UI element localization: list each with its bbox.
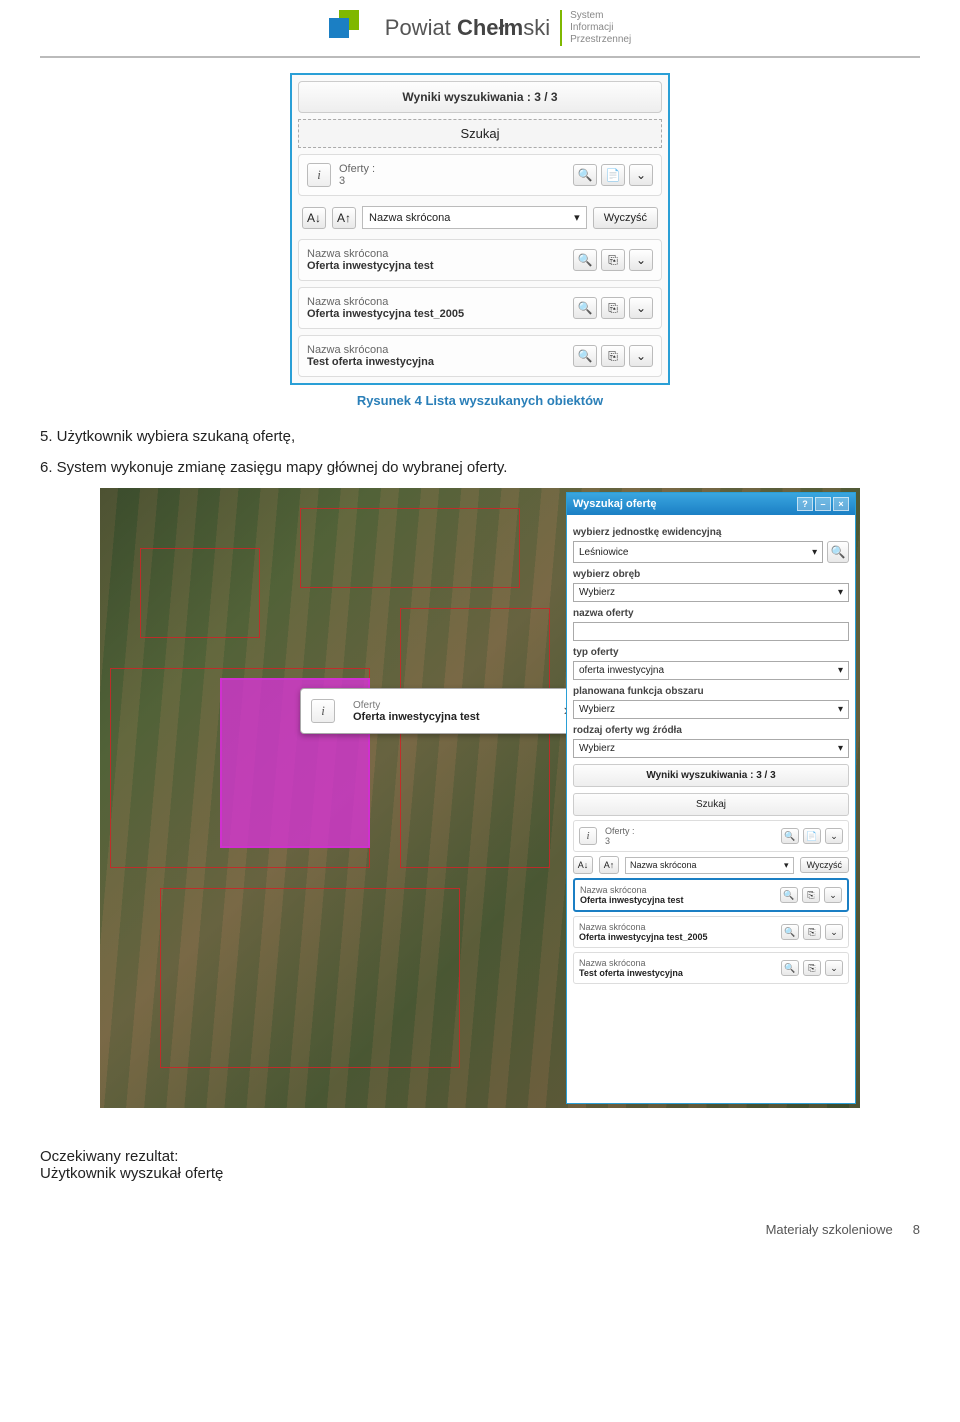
info-icon: i: [311, 699, 335, 723]
search-button[interactable]: Szukaj: [298, 119, 662, 148]
sort-desc-icon[interactable]: A↑: [332, 207, 356, 229]
page-footer: Materiały szkoleniowe 8: [40, 1222, 920, 1237]
tagline: System Informacji Przestrzennej: [560, 10, 631, 46]
offers-summary-row: i Oferty : 3 🔍 📄 ⌄: [298, 154, 662, 196]
label-offer-type: typ oferty: [573, 647, 849, 658]
clear-button[interactable]: Wyczyść: [800, 857, 849, 873]
help-icon[interactable]: ?: [797, 497, 813, 511]
brand-text: Powiat Chełmski: [385, 15, 550, 41]
chevron-down-icon: ▾: [574, 211, 580, 224]
sort-asc-icon[interactable]: A↓: [302, 207, 326, 229]
chevron-down-icon[interactable]: ⌄: [825, 924, 843, 940]
chevron-down-icon[interactable]: ⌄: [629, 297, 653, 319]
result-item[interactable]: Nazwa skróconaOferta inwestycyjna test 🔍…: [573, 878, 849, 912]
function-select[interactable]: Wybierz▾: [573, 700, 849, 719]
source-select[interactable]: Wybierz▾: [573, 739, 849, 758]
zoom-icon[interactable]: 🔍: [573, 249, 597, 271]
close-icon[interactable]: ×: [833, 497, 849, 511]
select-icon[interactable]: ⎘: [803, 924, 821, 940]
figure-caption: Rysunek 4 Lista wyszukanych obiektów: [40, 393, 920, 408]
zoom-icon[interactable]: 🔍: [781, 924, 799, 940]
chevron-down-icon[interactable]: ⌄: [824, 887, 842, 903]
logo-icon: [329, 10, 375, 46]
zoom-icon[interactable]: 🔍: [781, 828, 799, 844]
clear-button[interactable]: Wyczyść: [593, 207, 658, 229]
logo: Powiat Chełmski System Informacji Przest…: [329, 10, 631, 46]
result-item[interactable]: Nazwa skróconaOferta inwestycyjna test 🔍…: [298, 239, 662, 281]
chevron-down-icon[interactable]: ⌄: [825, 828, 843, 844]
sort-asc-icon[interactable]: A↓: [573, 856, 593, 874]
result-item[interactable]: Nazwa skróconaOferta inwestycyjna test_2…: [573, 916, 849, 948]
map-screenshot: × i Oferty Oferta inwestycyjna test › Wy…: [100, 488, 860, 1108]
search-results-panel: Wyniki wyszukiwania : 3 / 3 Szukaj i Ofe…: [290, 73, 670, 385]
label-source: rodzaj oferty wg źródła: [573, 725, 849, 736]
label-function: planowana funkcja obszaru: [573, 686, 849, 697]
zoom-icon[interactable]: 🔍: [573, 297, 597, 319]
step-6: 6. System wykonuje zmianę zasięgu mapy g…: [40, 457, 920, 478]
select-icon[interactable]: ⎘: [803, 960, 821, 976]
select-icon[interactable]: ⎘: [601, 297, 625, 319]
report-icon[interactable]: 📄: [803, 828, 821, 844]
zoom-icon[interactable]: 🔍: [827, 541, 849, 563]
search-offer-panel: Wyszukaj ofertę ? – × wybierz jednostkę …: [566, 492, 856, 1104]
expected-result: Oczekiwany rezultat: Użytkownik wyszukał…: [40, 1148, 920, 1182]
chevron-down-icon[interactable]: ⌄: [825, 960, 843, 976]
select-icon[interactable]: ⎘: [802, 887, 820, 903]
label-district: wybierz obręb: [573, 569, 849, 580]
select-icon[interactable]: ⎘: [601, 249, 625, 271]
document-header: Powiat Chełmski System Informacji Przest…: [40, 0, 920, 58]
offer-type-select[interactable]: oferta inwestycyjna▾: [573, 661, 849, 680]
chevron-down-icon[interactable]: ⌄: [629, 345, 653, 367]
select-icon[interactable]: ⎘: [601, 345, 625, 367]
zoom-icon[interactable]: 🔍: [573, 345, 597, 367]
results-count-bar: Wyniki wyszukiwania : 3 / 3: [573, 764, 849, 787]
sort-field-select[interactable]: Nazwa skrócona▾: [362, 206, 587, 229]
district-select[interactable]: Wybierz▾: [573, 583, 849, 602]
report-icon[interactable]: 📄: [601, 164, 625, 186]
step-5: 5. Użytkownik wybiera szukaną ofertę,: [40, 426, 920, 447]
sort-desc-icon[interactable]: A↑: [599, 856, 619, 874]
unit-select[interactable]: Leśniowice▾: [573, 541, 823, 563]
map-tooltip: × i Oferty Oferta inwestycyjna test ›: [300, 688, 580, 734]
minimize-icon[interactable]: –: [815, 497, 831, 511]
zoom-icon[interactable]: 🔍: [780, 887, 798, 903]
panel-header: Wyszukaj ofertę ? – ×: [567, 493, 855, 515]
offer-name-input[interactable]: [573, 622, 849, 641]
sort-controls: A↓ A↑ Nazwa skrócona▾ Wyczyść: [298, 202, 662, 233]
label-unit: wybierz jednostkę ewidencyjną: [573, 527, 849, 538]
offers-summary-row: i Oferty :3 🔍 📄 ⌄: [573, 820, 849, 852]
result-item[interactable]: Nazwa skróconaOferta inwestycyjna test_2…: [298, 287, 662, 329]
result-item[interactable]: Nazwa skróconaTest oferta inwestycyjna 🔍…: [298, 335, 662, 377]
info-icon[interactable]: i: [579, 827, 597, 845]
chevron-down-icon[interactable]: ⌄: [629, 249, 653, 271]
zoom-icon[interactable]: 🔍: [781, 960, 799, 976]
zoom-icon[interactable]: 🔍: [573, 164, 597, 186]
chevron-down-icon[interactable]: ⌄: [629, 164, 653, 186]
search-button[interactable]: Szukaj: [573, 793, 849, 816]
info-icon[interactable]: i: [307, 163, 331, 187]
sort-field-select[interactable]: Nazwa skrócona▾: [625, 857, 794, 874]
label-offer-name: nazwa oferty: [573, 608, 849, 619]
result-item[interactable]: Nazwa skróconaTest oferta inwestycyjna 🔍…: [573, 952, 849, 984]
results-count-bar: Wyniki wyszukiwania : 3 / 3: [298, 81, 662, 113]
